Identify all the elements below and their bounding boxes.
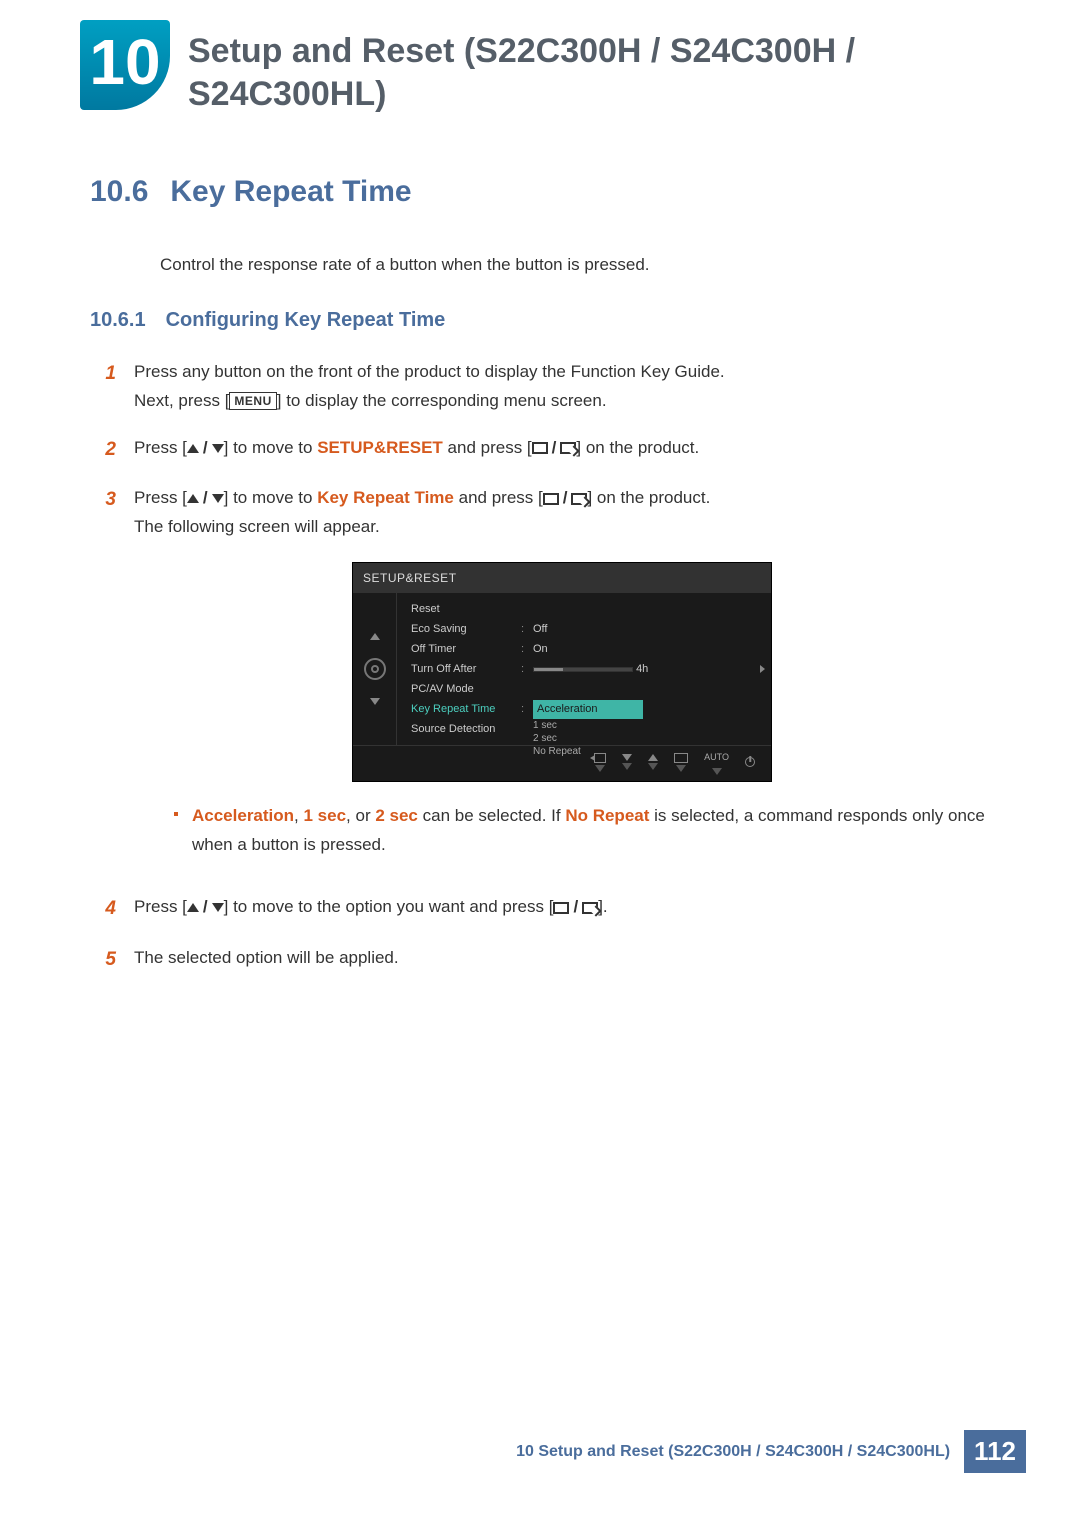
text: , bbox=[294, 806, 303, 825]
osd-item-reset: Reset bbox=[411, 600, 521, 619]
subsection-number: 10.6.1 bbox=[90, 309, 146, 332]
osd-slider-value: 4h bbox=[636, 663, 648, 675]
section-title: Key Repeat Time bbox=[170, 175, 411, 209]
osd-selected-value: Acceleration bbox=[533, 700, 643, 719]
page-number: 112 bbox=[964, 1430, 1026, 1473]
key-repeat-time-label: Key Repeat Time bbox=[317, 488, 454, 507]
osd-left-nav bbox=[353, 593, 397, 745]
text: ] on the product. bbox=[587, 488, 710, 507]
chapter-number-badge: 10 bbox=[80, 20, 170, 110]
text: Press [ bbox=[134, 897, 187, 916]
steps-list: 1 Press any button on the front of the p… bbox=[100, 358, 990, 976]
osd-value: 4h bbox=[533, 660, 765, 679]
option-1sec: 1 sec bbox=[304, 806, 347, 825]
bullet-icon bbox=[174, 812, 178, 816]
setup-reset-label: SETUP&RESET bbox=[317, 438, 443, 457]
step-5: 5 The selected option will be applied. bbox=[100, 944, 990, 976]
osd-option: No Repeat bbox=[533, 745, 765, 758]
footer-text: 10 Setup and Reset (S22C300H / S24C300H … bbox=[516, 1443, 950, 1461]
step-1-line-a: Press any button on the front of the pro… bbox=[134, 358, 725, 387]
text: Press [ bbox=[134, 488, 187, 507]
step-2: 2 Press [/] to move to SETUP&RESET and p… bbox=[100, 434, 990, 466]
text: ] on the product. bbox=[576, 438, 699, 457]
chapter-title: Setup and Reset (S22C300H / S24C300H / S… bbox=[188, 20, 948, 115]
step-4: 4 Press [/] to move to the option you wa… bbox=[100, 893, 990, 925]
text: ] to move to bbox=[224, 488, 318, 507]
osd-item-offtimer: Off Timer bbox=[411, 640, 521, 659]
power-icon bbox=[745, 757, 755, 767]
text: ]. bbox=[598, 897, 607, 916]
step-1-line-b: Next, press [MENU] to display the corres… bbox=[134, 387, 725, 416]
step-number: 1 bbox=[100, 358, 116, 416]
osd-value: On bbox=[533, 640, 765, 659]
step-number: 3 bbox=[100, 484, 116, 875]
osd-up-icon bbox=[370, 633, 380, 640]
osd-back-icon bbox=[594, 753, 606, 763]
osd-menu-list: Reset Eco Saving:Off Off Timer:On Turn O… bbox=[397, 593, 771, 745]
osd-item-eco: Eco Saving bbox=[411, 620, 521, 639]
step-3-follow: The following screen will appear. bbox=[134, 513, 990, 542]
text: can be selected. If bbox=[418, 806, 565, 825]
page-header: 10 Setup and Reset (S22C300H / S24C300H … bbox=[0, 0, 1080, 135]
text: ] to move to the option you want and pre… bbox=[224, 897, 554, 916]
select-enter-icon: / bbox=[553, 893, 598, 922]
content-area: 10.6 Key Repeat Time Control the respons… bbox=[0, 135, 1080, 976]
step-body: Press any button on the front of the pro… bbox=[134, 358, 725, 416]
text: ] to display the corresponding menu scre… bbox=[277, 391, 607, 410]
up-down-icon: / bbox=[187, 484, 224, 513]
step-1: 1 Press any button on the front of the p… bbox=[100, 358, 990, 416]
options-note: Acceleration, 1 sec, or 2 sec can be sel… bbox=[174, 802, 990, 860]
step-number: 4 bbox=[100, 893, 116, 925]
osd-item-source: Source Detection bbox=[411, 720, 521, 739]
select-enter-icon: / bbox=[543, 484, 588, 513]
osd-value: Off bbox=[533, 620, 765, 639]
subsection-title: Configuring Key Repeat Time bbox=[166, 309, 446, 332]
subsection-heading: 10.6.1 Configuring Key Repeat Time bbox=[90, 309, 990, 332]
step-body: The selected option will be applied. bbox=[134, 944, 399, 976]
text: , or bbox=[346, 806, 375, 825]
gear-icon bbox=[364, 658, 386, 680]
select-enter-icon: / bbox=[532, 434, 577, 463]
text: Next, press [ bbox=[134, 391, 229, 410]
text: ] to move to bbox=[224, 438, 318, 457]
step-number: 2 bbox=[100, 434, 116, 466]
option-2sec: 2 sec bbox=[375, 806, 418, 825]
osd-down-icon bbox=[370, 698, 380, 705]
osd-right-arrow-icon bbox=[760, 665, 765, 673]
osd-title: SETUP&RESET bbox=[353, 563, 771, 593]
option-acceleration: Acceleration bbox=[192, 806, 294, 825]
text: and press [ bbox=[454, 488, 543, 507]
step-number: 5 bbox=[100, 944, 116, 976]
step-body: Press [/] to move to Key Repeat Time and… bbox=[134, 484, 990, 875]
text: and press [ bbox=[443, 438, 532, 457]
page-footer: 10 Setup and Reset (S22C300H / S24C300H … bbox=[516, 1430, 1026, 1473]
step-3: 3 Press [/] to move to Key Repeat Time a… bbox=[100, 484, 990, 875]
section-description: Control the response rate of a button wh… bbox=[160, 255, 990, 275]
option-no-repeat: No Repeat bbox=[565, 806, 649, 825]
osd-screenshot: SETUP&RESET Reset Eco Saving:Off Off Tim… bbox=[352, 562, 772, 782]
step-body: Press [/] to move to SETUP&RESET and pre… bbox=[134, 434, 699, 466]
up-down-icon: / bbox=[187, 434, 224, 463]
section-number: 10.6 bbox=[90, 175, 148, 209]
text: Press [ bbox=[134, 438, 187, 457]
osd-item-pcav: PC/AV Mode bbox=[411, 680, 521, 699]
menu-button-icon: MENU bbox=[229, 392, 276, 410]
up-down-icon: / bbox=[187, 893, 224, 922]
osd-item-turnoff: Turn Off After bbox=[411, 660, 521, 679]
osd-item-key-repeat: Key Repeat Time bbox=[411, 700, 521, 719]
section-heading: 10.6 Key Repeat Time bbox=[90, 175, 990, 209]
step-body: Press [/] to move to the option you want… bbox=[134, 893, 608, 925]
